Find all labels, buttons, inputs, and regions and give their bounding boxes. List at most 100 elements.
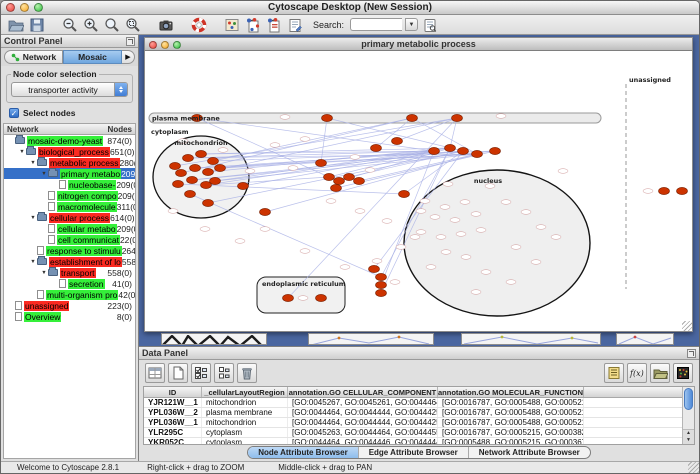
tree-item-label: macromolecule [57, 202, 117, 212]
table-row[interactable]: YPL036W__1mitochondrion[GO:0044464, GO:0… [144, 418, 682, 428]
scrollbar-thumb[interactable] [684, 388, 693, 410]
zoom-out-icon[interactable] [61, 16, 79, 34]
minimize-network-button[interactable] [161, 41, 169, 49]
save-icon[interactable] [28, 16, 46, 34]
tree-item-nitrogen-compo[interactable]: nitrogen compo209(0) [4, 190, 135, 201]
tree-item-primary-metabo[interactable]: ▼primary metabo209(... [4, 168, 135, 179]
attribute-table-header[interactable]: ID _cellularLayoutRegion annotation.GO C… [144, 387, 682, 398]
network-window-titlebar[interactable]: primary metabolic process [144, 37, 693, 51]
tree-expander-icon[interactable]: ▼ [40, 171, 48, 177]
tree-item-cellular-process[interactable]: ▼cellular process614(0) [4, 212, 135, 223]
tab-edge-attribute-browser[interactable]: Edge Attribute Browser [358, 447, 468, 458]
tree-item-secretion[interactable]: secretion41(0) [4, 278, 135, 289]
search-options-icon[interactable] [421, 16, 439, 34]
zoom-network-button[interactable] [173, 41, 181, 49]
tab-network-attribute-browser[interactable]: Network Attribute Browser [468, 447, 590, 458]
network-node [376, 281, 387, 288]
delete-attribute-icon[interactable] [237, 363, 257, 383]
tree-item-unassigned[interactable]: unassigned223(0) [4, 300, 135, 311]
table-cell: [GO:0045263, GO:0044464, GO:0044455, G..… [288, 428, 438, 437]
tab-node-attribute-browser[interactable]: Node Attribute Browser [248, 447, 358, 458]
minimize-window-button[interactable] [20, 3, 29, 12]
zoom-selected-icon[interactable] [124, 16, 142, 34]
data-panel-toolbar: f(x) [139, 360, 699, 386]
unselect-all-attributes-icon[interactable] [214, 363, 234, 383]
tree-item-nucleobase-[interactable]: nucleobase-209(0) [4, 179, 135, 190]
close-window-button[interactable] [6, 3, 15, 12]
background-window-sliver[interactable] [161, 333, 267, 345]
create-attribute-icon[interactable] [168, 363, 188, 383]
float-panel-icon[interactable] [126, 37, 135, 46]
node-label-pill [426, 265, 436, 270]
tree-item-biological-process[interactable]: ▼biological_process651(0) [4, 146, 135, 157]
float-panel-icon[interactable] [687, 349, 696, 358]
tree-item-multi-organism-pro[interactable]: multi-organism pro42(0) [4, 289, 135, 300]
window-resize-grip[interactable] [682, 321, 692, 331]
table-row[interactable]: YJR121W__1mitochondrion[GO:0045267, GO:0… [144, 398, 682, 408]
node-label-pill [300, 249, 310, 254]
tree-item-overview[interactable]: Overview8(0) [4, 311, 135, 322]
zoom-in-icon[interactable] [82, 16, 100, 34]
search-dropdown-button[interactable]: ▼ [405, 18, 418, 31]
network-window[interactable]: primary metabolic process plasma membran… [144, 37, 693, 332]
tab-network[interactable]: Network [4, 50, 63, 64]
node-label-pill [420, 199, 430, 204]
node-label-pill [440, 205, 450, 210]
search-input[interactable] [350, 18, 402, 31]
tree-item-label: biological_process [38, 147, 110, 157]
table-row[interactable]: YPL036W__2plasma membrane[GO:0044464, GO… [144, 408, 682, 418]
tree-item-mosaic-demo-yeast[interactable]: mosaic-demo-yeast874(0) [4, 135, 135, 146]
tree-expander-icon[interactable]: ▼ [29, 160, 37, 166]
table-row[interactable]: YKR052Ccytoplasm[GO:0044464, GO:0044446,… [144, 438, 682, 444]
tree-item-transport[interactable]: ▼transport558(0) [4, 267, 135, 278]
network-canvas[interactable]: plasma membranecytoplasmmitochondrionnuc… [144, 51, 693, 332]
network-node [183, 154, 194, 161]
help-icon[interactable] [190, 16, 208, 34]
close-network-button[interactable] [149, 41, 157, 49]
cytoscape-window: Cytoscape Desktop (New Session) [0, 0, 700, 474]
select-attributes-icon[interactable] [145, 363, 165, 383]
tree-item-metabolic-process[interactable]: ▼metabolic process280(0) [4, 157, 135, 168]
attribute-matrix-icon[interactable] [673, 363, 693, 383]
zoom-fit-icon[interactable] [103, 16, 121, 34]
node-label-pill [506, 280, 516, 285]
column-header-molecular-function: annotation.GO MOLECULAR_FUNCTION [438, 387, 584, 397]
tree-item-macromolecule[interactable]: macromolecule311(0) [4, 201, 135, 212]
table-row[interactable]: YLR295Ccytoplasm[GO:0045263, GO:0044464,… [144, 428, 682, 438]
tree-item-establishment-of-lo[interactable]: ▼establishment of lo558(0) [4, 256, 135, 267]
tree-expander-icon[interactable]: ▼ [40, 270, 48, 276]
background-window-sliver[interactable] [616, 333, 674, 345]
select-all-attributes-icon[interactable] [191, 363, 211, 383]
table-scrollbar[interactable]: ▲▼ [682, 387, 694, 444]
tree-item-cellular-metabo[interactable]: cellular metabo209(0) [4, 223, 135, 234]
tree-item-cell-communicat[interactable]: cell communicat22(0) [4, 234, 135, 245]
node-label-pill [441, 250, 451, 255]
node-color-dropdown[interactable]: transporter activity [11, 82, 128, 97]
background-window-sliver[interactable] [461, 333, 601, 345]
import-network-icon[interactable] [244, 16, 262, 34]
vizmapper-icon[interactable] [223, 16, 241, 34]
tab-mosaic[interactable]: Mosaic [63, 50, 122, 64]
open-icon[interactable] [7, 16, 25, 34]
node-label-pill [340, 265, 350, 270]
tab-overflow-arrow[interactable]: ▶ [122, 50, 135, 64]
app-resize-grip[interactable] [688, 462, 699, 473]
import-attribute-file-icon[interactable] [650, 363, 670, 383]
snapshot-icon[interactable] [157, 16, 175, 34]
annotation-icon[interactable] [286, 16, 304, 34]
tree-item-label: secretion [68, 279, 105, 289]
tree-expander-icon[interactable]: ▼ [18, 149, 26, 155]
tree-expander-icon[interactable]: ▼ [29, 215, 37, 221]
status-bar: Welcome to Cytoscape 2.8.1 Right-click +… [1, 461, 699, 473]
function-builder-icon[interactable]: f(x) [627, 363, 647, 383]
select-nodes-checkbox[interactable]: ✓ [9, 108, 19, 118]
tree-item-response-to-stimulu[interactable]: response to stimulu264(0) [4, 245, 135, 256]
background-window-sliver[interactable] [308, 333, 434, 345]
file-icon [59, 279, 66, 288]
import-attributes-icon[interactable] [265, 16, 283, 34]
attribute-list-icon[interactable] [604, 363, 624, 383]
zoom-window-button[interactable] [34, 3, 43, 12]
scrollbar-arrows[interactable]: ▲▼ [683, 429, 694, 444]
tree-expander-icon[interactable]: ▼ [29, 259, 37, 265]
file-icon [48, 224, 55, 233]
